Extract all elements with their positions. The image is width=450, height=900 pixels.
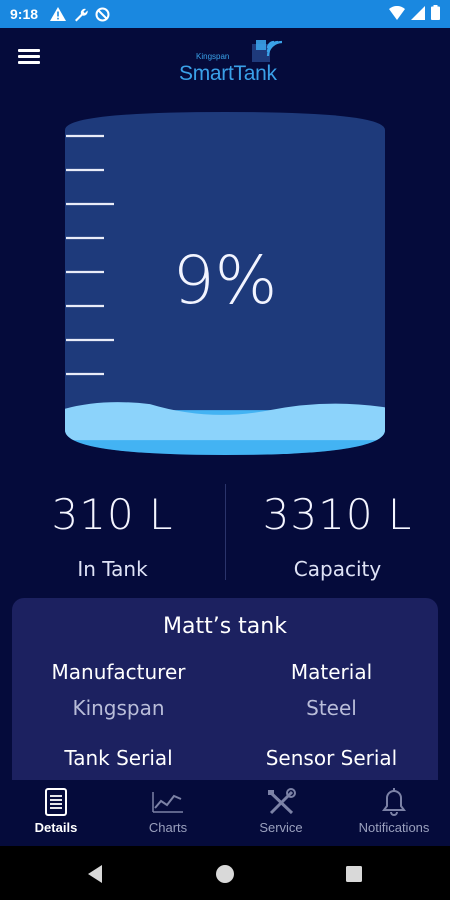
wifi-icon (389, 5, 405, 20)
nav-service-label: Service (259, 820, 303, 835)
tank-serial-label: Tank Serial (64, 746, 173, 770)
app-header: Kingspan SmartTank (0, 28, 450, 96)
tools-icon (268, 788, 296, 815)
nav-details[interactable]: Details (0, 788, 112, 835)
nav-charts-label: Charts (148, 820, 188, 835)
back-icon[interactable] (82, 860, 110, 888)
battery-icon (431, 5, 440, 20)
material-value: Steel (306, 696, 357, 720)
hamburger-menu-icon[interactable] (18, 46, 48, 76)
status-time: 9:18 (10, 6, 39, 22)
in-tank-label: In Tank (77, 557, 148, 581)
warning-icon (50, 7, 67, 21)
sensor-serial-label: Sensor Serial (265, 746, 398, 770)
tank-serial-field: Tank Serial (12, 746, 225, 770)
tank-name: Matt’s tank (163, 614, 287, 639)
manufacturer-label: Manufacturer (51, 660, 186, 684)
manufacturer-value: Kingspan (72, 696, 165, 720)
capacity-label: Capacity (293, 557, 382, 581)
bottom-navigation: Details Charts Service Notifications (0, 780, 450, 846)
nav-charts[interactable]: Charts (112, 788, 224, 835)
bell-icon (382, 788, 406, 816)
tank-level-graphic: 9% (60, 110, 390, 460)
wrench-icon (75, 8, 88, 21)
details-icon (45, 788, 67, 816)
recents-icon[interactable] (340, 860, 368, 888)
chart-icon (152, 792, 183, 813)
logo-signal-icon (252, 40, 283, 62)
nav-details-label: Details (34, 820, 78, 835)
capacity-stat: 3310 L Capacity (225, 478, 450, 581)
in-tank-value: 310 L (51, 490, 174, 539)
material-label: Material (290, 660, 373, 684)
system-navigation-bar (0, 846, 450, 900)
status-icons-left (50, 7, 110, 22)
cellular-icon (411, 5, 425, 20)
smarttank-logo: Kingspan SmartTank (176, 38, 288, 90)
status-icons-right (389, 5, 440, 20)
status-bar: 9:18 (0, 0, 450, 28)
manufacturer-field: Manufacturer Kingspan (12, 660, 225, 720)
material-field: Material Steel (225, 660, 438, 720)
nav-notifications-label: Notifications (358, 820, 430, 835)
tank-info-card: Matt’s tank Manufacturer Kingspan Materi… (12, 598, 438, 798)
nav-notifications[interactable]: Notifications (338, 788, 450, 835)
in-tank-stat: 310 L In Tank (0, 478, 225, 581)
no-sync-icon (95, 7, 110, 21)
logo-brand-text: Kingspan (196, 52, 230, 61)
capacity-value: 3310 L (262, 490, 413, 539)
nav-service[interactable]: Service (225, 788, 337, 835)
home-icon[interactable] (211, 860, 239, 888)
tank-fill-percent: 9% (172, 242, 278, 319)
sensor-serial-field: Sensor Serial (225, 746, 438, 770)
tank-stats: 310 L In Tank 3310 L Capacity (0, 478, 450, 588)
logo-product-text: SmartTank (179, 62, 277, 85)
